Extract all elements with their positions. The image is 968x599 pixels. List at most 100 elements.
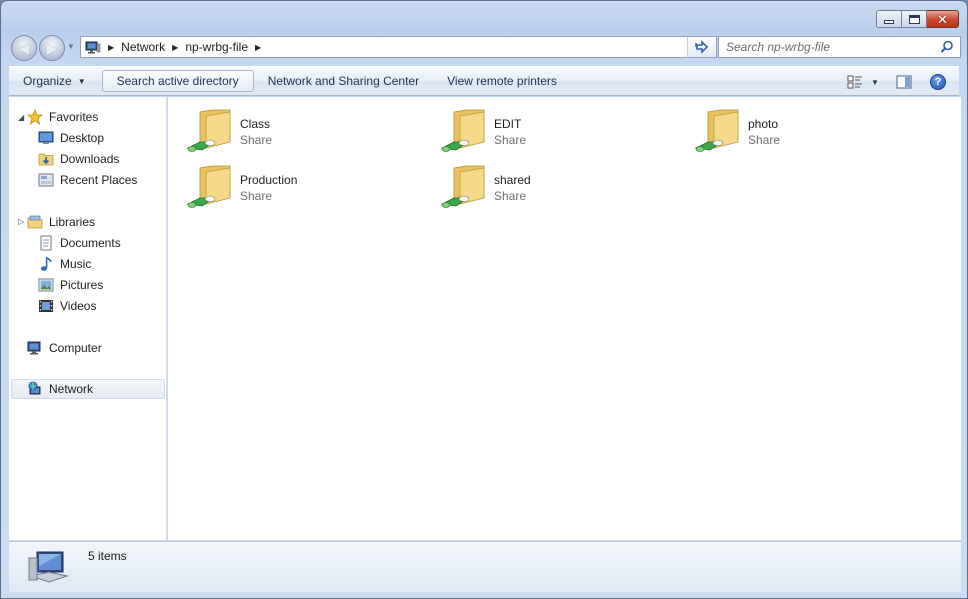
file-type: Share — [748, 133, 781, 147]
file-list: Class Share EDIT Share photo Share Produ… — [168, 97, 961, 540]
refresh-button[interactable] — [687, 36, 717, 58]
close-icon: ✕ — [937, 11, 948, 27]
share-folder-item[interactable]: photo Share — [676, 101, 916, 152]
file-name: Class — [240, 117, 271, 131]
preview-pane-button[interactable] — [889, 71, 919, 93]
back-arrow-icon: ◀ — [18, 39, 30, 56]
search-active-directory-label: Search active directory — [116, 74, 239, 88]
videos-icon — [39, 300, 53, 312]
network-globe-icon — [28, 381, 41, 395]
breadcrumb-arrow-icon[interactable]: ▶ — [172, 43, 178, 52]
sidebar-item-music[interactable]: Music — [38, 254, 91, 274]
view-controls: ▼ ? — [843, 71, 953, 93]
search-box[interactable] — [718, 36, 961, 58]
navigation-bar: ◀ ▶ ▼ ▶ Network ▶ np-wrbg-file ▶ ▼ — [9, 34, 961, 61]
search-icon[interactable] — [940, 40, 954, 54]
forward-button[interactable]: ▶ — [39, 35, 65, 61]
address-bar[interactable]: ▶ Network ▶ np-wrbg-file ▶ ▼ — [80, 36, 712, 58]
desktop-icon — [38, 131, 54, 144]
music-note-icon — [41, 256, 52, 271]
network-computer-icon — [85, 41, 101, 53]
view-remote-printers-button[interactable]: View remote printers — [433, 70, 571, 92]
search-input[interactable] — [726, 40, 931, 54]
maximize-button[interactable] — [902, 10, 927, 28]
chevron-down-icon[interactable]: ▼ — [871, 78, 879, 87]
share-folder-item[interactable]: Class Share — [168, 101, 408, 152]
star-icon — [27, 109, 43, 125]
shared-folder-icon — [694, 109, 739, 152]
caption-buttons: ✕ — [876, 10, 959, 28]
forward-arrow-icon: ▶ — [46, 39, 58, 56]
share-folder-item[interactable]: Production Share — [168, 157, 408, 208]
share-folder-item[interactable]: EDIT Share — [422, 101, 662, 152]
sidebar-item-desktop[interactable]: Desktop — [38, 128, 104, 148]
sidebar-item-downloads[interactable]: Downloads — [38, 149, 119, 169]
search-active-directory-button[interactable]: Search active directory — [101, 70, 254, 92]
libraries-icon — [27, 215, 43, 229]
organize-label: Organize — [23, 74, 72, 88]
status-bar: 5 items — [9, 541, 961, 592]
sidebar-item-label: Libraries — [49, 215, 96, 229]
sidebar-item-label: Recent Places — [60, 173, 138, 187]
help-icon: ? — [930, 74, 946, 90]
explorer-window: ✕ ◀ ▶ ▼ ▶ Network ▶ np-wrbg-file ▶ ▼ — [0, 0, 968, 599]
network-computer-icon — [28, 551, 69, 583]
navigation-pane: ◢ Favorites Desktop Downloads Recent Pla… — [9, 97, 167, 540]
downloads-folder-icon — [38, 153, 54, 166]
sidebar-item-label: Desktop — [60, 131, 105, 145]
preview-pane-icon — [896, 75, 912, 89]
recent-places-icon — [38, 173, 54, 187]
file-name: EDIT — [494, 117, 522, 131]
sidebar-item-label: Videos — [60, 299, 97, 313]
minimize-button[interactable] — [876, 10, 902, 28]
sidebar-item-videos[interactable]: Videos — [38, 296, 96, 316]
file-type: Share — [240, 133, 273, 147]
back-button[interactable]: ◀ — [11, 35, 37, 61]
minimize-icon — [884, 20, 894, 24]
maximize-icon — [908, 14, 920, 24]
network-sharing-center-button[interactable]: Network and Sharing Center — [254, 70, 433, 92]
computer-icon — [27, 341, 41, 355]
collapse-arrow-icon[interactable]: ◢ — [18, 113, 24, 122]
sidebar-item-computer[interactable]: Computer — [27, 338, 102, 358]
sidebar-item-label: Computer — [49, 341, 102, 355]
shared-folder-icon — [440, 165, 485, 208]
close-button[interactable]: ✕ — [927, 10, 959, 28]
documents-icon — [40, 235, 52, 251]
sidebar-item-label: Pictures — [60, 278, 104, 292]
network-sharing-center-label: Network and Sharing Center — [267, 74, 420, 88]
shared-folder-icon — [186, 109, 231, 152]
sidebar-item-favorites[interactable]: Favorites — [27, 107, 98, 127]
file-type: Share — [494, 133, 527, 147]
file-name: photo — [748, 117, 779, 131]
breadcrumb-network[interactable]: Network — [121, 40, 165, 54]
breadcrumb-arrow-icon[interactable]: ▶ — [255, 43, 261, 52]
expand-arrow-icon[interactable]: ▷ — [18, 217, 24, 226]
command-bar: Organize ▼ Search active directory Netwo… — [9, 66, 959, 96]
share-folder-item[interactable]: shared Share — [422, 157, 662, 208]
file-type: Share — [494, 189, 527, 203]
sidebar-item-label: Favorites — [49, 110, 99, 124]
sidebar-item-network[interactable]: Network — [11, 379, 165, 399]
sidebar-item-libraries[interactable]: Libraries — [27, 212, 95, 232]
sidebar-item-label: Documents — [60, 236, 121, 250]
breadcrumb-server[interactable]: np-wrbg-file — [185, 40, 248, 54]
file-type: Share — [240, 189, 273, 203]
sidebar-item-label: Music — [60, 257, 92, 271]
chevron-down-icon: ▼ — [77, 76, 86, 86]
file-name: Production — [240, 173, 298, 187]
breadcrumb-arrow-icon[interactable]: ▶ — [108, 43, 114, 52]
shared-folder-icon — [186, 165, 231, 208]
shared-folder-icon — [440, 109, 485, 152]
recent-pages-dropdown-icon[interactable]: ▼ — [67, 42, 75, 51]
sidebar-item-label: Network — [49, 382, 94, 396]
change-view-button[interactable]: ▼ — [843, 71, 883, 93]
help-button[interactable]: ? — [923, 71, 953, 93]
sidebar-item-pictures[interactable]: Pictures — [38, 275, 103, 295]
pictures-icon — [38, 278, 54, 292]
sidebar-item-recent-places[interactable]: Recent Places — [38, 170, 137, 190]
organize-button[interactable]: Organize ▼ — [9, 70, 100, 92]
item-count: 5 items — [88, 549, 127, 563]
view-list-icon — [847, 75, 863, 89]
sidebar-item-documents[interactable]: Documents — [38, 233, 121, 253]
